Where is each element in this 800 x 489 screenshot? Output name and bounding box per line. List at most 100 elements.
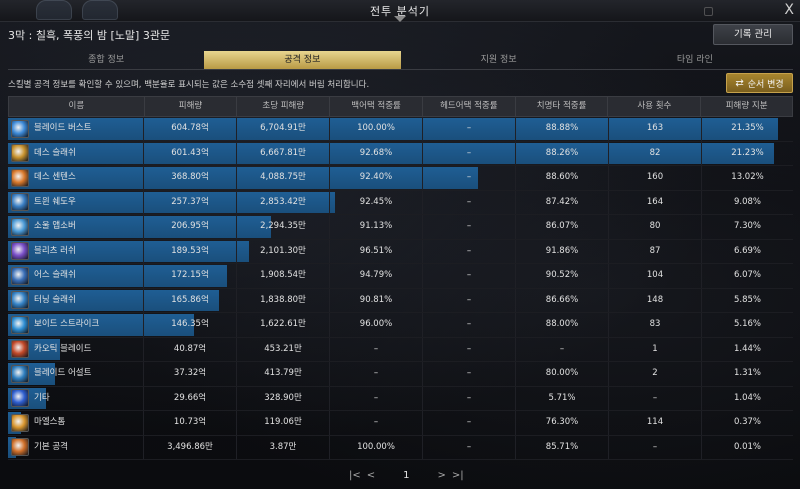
- col-back-attack[interactable]: 백어택 적중률: [330, 97, 423, 116]
- skill-name: 기타: [34, 392, 50, 403]
- skill-name: 카오틱 블레이드: [34, 343, 92, 354]
- crit-cell: 88.60%: [516, 166, 609, 190]
- lock-icon[interactable]: [704, 7, 713, 16]
- dps-cell: 328.90만: [237, 386, 330, 410]
- damage-cell: 368.80억: [144, 166, 237, 190]
- share-cell: 5.85%: [733, 294, 761, 305]
- share-cell: 7.30%: [733, 221, 761, 231]
- skill-icon: [11, 364, 29, 383]
- col-head-attack[interactable]: 헤드어택 적중률: [423, 97, 516, 116]
- uses-cell: –: [609, 435, 702, 459]
- back-attack-cell: –: [330, 386, 423, 410]
- col-dps[interactable]: 초당 피해량: [237, 97, 331, 116]
- head-attack-cell: –: [423, 386, 516, 410]
- skill-name: 데스 슬래쉬: [34, 147, 76, 158]
- table-row[interactable]: 트윈 쉐도우 257.37억 2,853.42만 92.45% –87.42% 164 9.…: [8, 190, 793, 215]
- dps-cell: 2,853.42만: [237, 190, 330, 214]
- table-row[interactable]: 카오틱 블레이드 40.87억 453.21만 – – –1 1.44%: [8, 337, 793, 362]
- back-attack-cell: 92.68%: [330, 141, 423, 165]
- tab-support-info[interactable]: 지원 정보: [401, 51, 597, 69]
- back-attack-cell: 91.13%: [330, 215, 423, 239]
- skill-name: 블레이드 어설트: [34, 368, 92, 379]
- head-attack-cell: –: [423, 411, 516, 435]
- share-cell: 21.35%: [731, 123, 764, 133]
- skill-name: 블리츠 러쉬: [34, 245, 76, 256]
- back-attack-cell: –: [330, 362, 423, 386]
- table-row[interactable]: 어스 슬래쉬 172.15억 1,908.54만 94.79% –90.52% 104 6.…: [8, 264, 793, 289]
- tab-timeline[interactable]: 타임 라인: [597, 51, 793, 69]
- dps-cell: 2,101.30만: [237, 239, 330, 263]
- crit-cell: 85.71%: [516, 435, 609, 459]
- tab-overview[interactable]: 종합 정보: [8, 51, 204, 69]
- back-attack-cell: 92.40%: [330, 166, 423, 190]
- table-row[interactable]: 기본 공격 3,496.86만 3.87만 100.00% –85.71% –0.01%: [8, 435, 793, 460]
- damage-cell: 189.53억: [144, 239, 237, 263]
- record-manage-button[interactable]: 기록 관리: [713, 24, 793, 45]
- skill-name: 소울 앱소버: [34, 221, 76, 232]
- crit-cell: 86.07%: [516, 215, 609, 239]
- col-crit[interactable]: 치명타 적중률: [516, 97, 609, 116]
- skill-icon: [11, 389, 29, 408]
- skill-name-cell: 데스 센텐스: [8, 166, 144, 190]
- dps-cell: 119.06만: [237, 411, 330, 435]
- back-attack-cell: 100.00%: [330, 117, 423, 141]
- uses-cell: 148: [609, 288, 702, 312]
- table-row[interactable]: 기타 29.66억 328.90만 – –5.71% –1.04%: [8, 386, 793, 411]
- table-row[interactable]: 데스 슬래쉬 601.43억 6,667.81만 92.68% –88.26% 82 21.…: [8, 141, 793, 166]
- skill-icon: [11, 144, 29, 163]
- table-row[interactable]: 블리츠 러쉬 189.53억 2,101.30만 96.51% –91.86% 87 6.6…: [8, 239, 793, 264]
- first-page-button[interactable]: |<: [349, 470, 361, 481]
- back-attack-cell: 100.00%: [330, 435, 423, 459]
- table-row[interactable]: 블레이드 버스트 604.78억 6,704.91만 100.00% –88.88% 16…: [8, 117, 793, 142]
- dps-cell: 6,667.81만: [237, 141, 330, 165]
- head-attack-cell: –: [423, 288, 516, 312]
- table-row[interactable]: 마엘스톰 10.73억 119.06만 – –76.30% 114 0.37%: [8, 411, 793, 436]
- table-row[interactable]: 터닝 슬래쉬 165.86억 1,838.80만 90.81% –86.66% 148 5.…: [8, 288, 793, 313]
- skill-name-cell: 카오틱 블레이드: [8, 337, 144, 361]
- uses-cell: –: [609, 386, 702, 410]
- tab-attack-info[interactable]: 공격 정보: [204, 51, 401, 69]
- share-cell: 6.07%: [733, 270, 761, 280]
- head-attack-cell: –: [423, 141, 516, 165]
- uses-cell: 83: [609, 313, 702, 337]
- share-cell: 0.37%: [733, 417, 761, 427]
- back-attack-cell: –: [330, 337, 423, 361]
- table-row[interactable]: 소울 앱소버 206.95억 2,294.35만 91.13% –86.07% 80 7.3…: [8, 215, 793, 240]
- next-page-button[interactable]: >: [438, 470, 446, 481]
- skill-name-cell: 보이드 스트라이크: [8, 313, 144, 337]
- skill-icon: [11, 340, 29, 359]
- table-row[interactable]: 보이드 스트라이크 146.35억 1,622.61만 96.00% –88.00% 83…: [8, 313, 793, 338]
- table-header: 이름 피해량 초당 피해량 백어택 적중률 헤드어택 적중률 치명타 적중률 사…: [8, 96, 793, 117]
- table-row[interactable]: 블레이드 어설트 37.32억 413.79만 – –80.00% 2 1.31%: [8, 362, 793, 387]
- skill-name-cell: 소울 앱소버: [8, 215, 144, 239]
- head-attack-cell: –: [423, 435, 516, 459]
- crit-cell: 86.66%: [516, 288, 609, 312]
- head-attack-cell: –: [423, 215, 516, 239]
- uses-cell: 160: [609, 166, 702, 190]
- last-page-button[interactable]: >|: [452, 470, 464, 481]
- share-cell: 1.04%: [733, 392, 761, 403]
- close-button[interactable]: X: [784, 2, 794, 18]
- uses-cell: 2: [609, 362, 702, 386]
- info-text: 스킬별 공격 정보를 확인할 수 있으며, 백분율로 표시되는 값은 소수점 셋…: [8, 80, 370, 90]
- back-attack-cell: 92.45%: [330, 190, 423, 214]
- col-damage[interactable]: 피해량: [145, 97, 238, 116]
- col-name[interactable]: 이름: [9, 97, 145, 116]
- table-row[interactable]: 데스 센텐스 368.80억 4,088.75만 92.40% –88.60% 160 13…: [8, 166, 793, 191]
- skill-name: 어스 슬래쉬: [34, 270, 76, 281]
- damage-cell: 601.43억: [144, 141, 237, 165]
- skill-name-cell: 기타: [8, 386, 144, 410]
- skill-icon: [11, 193, 29, 212]
- dps-cell: 3.87만: [237, 435, 330, 459]
- prev-page-button[interactable]: <: [367, 470, 375, 481]
- change-order-button[interactable]: ⇄ 순서 변경: [726, 73, 793, 93]
- dps-cell: 1,838.80만: [237, 288, 330, 312]
- skill-name: 터닝 슬래쉬: [34, 294, 76, 305]
- col-share[interactable]: 피해량 지분: [701, 97, 792, 116]
- uses-cell: 164: [609, 190, 702, 214]
- share-cell: 1.44%: [733, 343, 761, 354]
- col-uses[interactable]: 사용 횟수: [608, 97, 702, 116]
- title-bar: 전투 분석기 X: [0, 0, 800, 22]
- skill-table: 이름 피해량 초당 피해량 백어택 적중률 헤드어택 적중률 치명타 적중률 사…: [8, 96, 793, 460]
- skill-name-cell: 트윈 쉐도우: [8, 190, 144, 214]
